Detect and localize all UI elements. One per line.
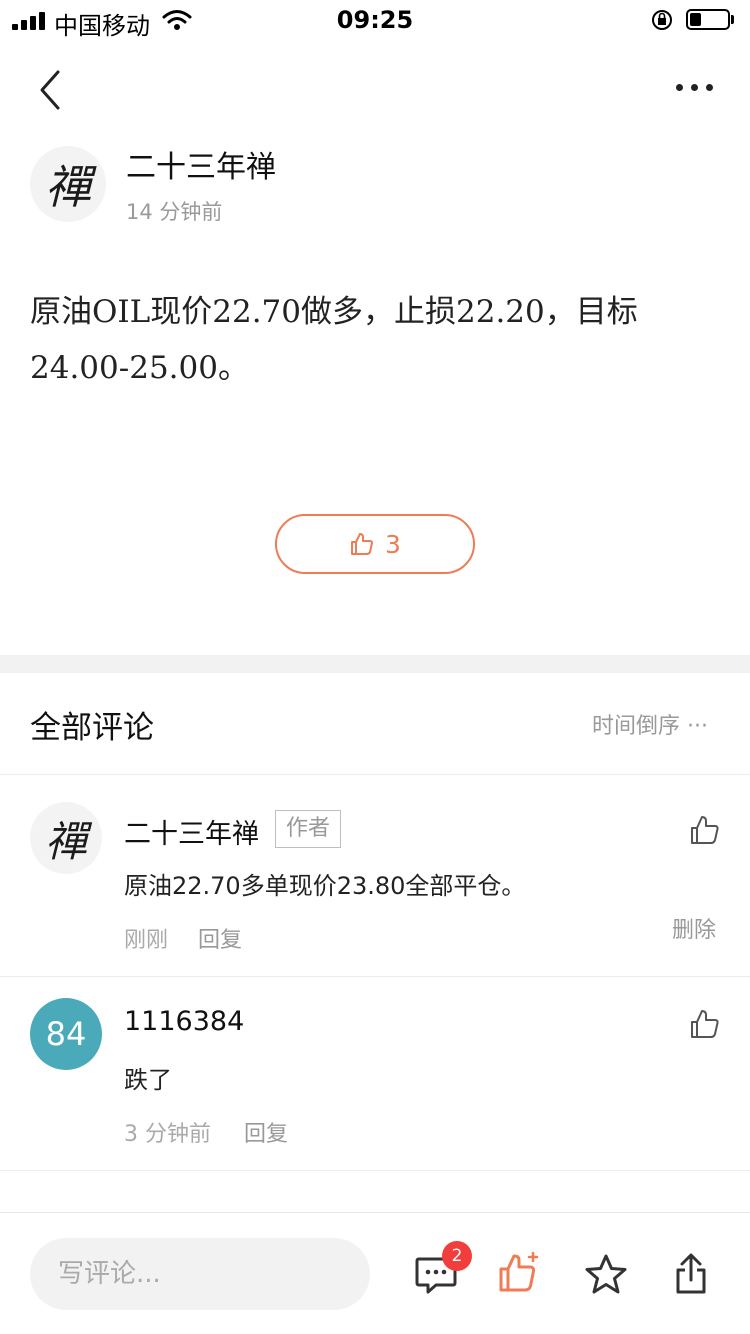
delete-button[interactable]: 删除	[672, 912, 716, 944]
comment-avatar[interactable]: 禪	[30, 802, 102, 874]
thumbs-up-icon	[351, 533, 374, 555]
rotation-lock-icon	[652, 10, 672, 30]
like-button[interactable]: 3	[275, 514, 475, 574]
bottom-bar-divider	[0, 1212, 750, 1213]
thumbs-up-icon[interactable]	[689, 1008, 721, 1040]
sort-toggle[interactable]: 时间倒序 ···	[592, 708, 708, 740]
comment-count-badge: 2	[442, 1241, 472, 1271]
clock: 09:25	[336, 6, 414, 34]
more-icon[interactable]	[676, 84, 713, 91]
status-bar: 中国移动 09:25	[0, 0, 750, 40]
thumbs-up-plus-icon[interactable]	[498, 1250, 542, 1294]
post-time: 14 分钟前	[126, 200, 223, 224]
comment-input[interactable]: 写评论...	[30, 1238, 370, 1310]
author-name[interactable]: 二十三年禅	[126, 142, 276, 186]
author-avatar[interactable]: 禪	[30, 146, 106, 222]
post-content: 原油OIL现价22.70做多，止损22.20，目标24.00-25.00。	[30, 294, 638, 386]
more-dots-icon: ···	[687, 714, 708, 739]
battery-icon	[686, 9, 730, 30]
thumbs-up-icon[interactable]	[689, 814, 721, 846]
avatar-glyph: 禪	[44, 816, 87, 866]
author-badge: 作者	[275, 810, 342, 848]
like-count: 3	[385, 529, 401, 559]
comment-author-name[interactable]: 二十三年禅	[124, 812, 259, 851]
avatar-glyph: 禪	[45, 160, 91, 214]
reply-button[interactable]: 回复	[198, 922, 242, 954]
comment-time: 3 分钟前	[124, 1122, 211, 1147]
comment-time: 刚刚	[124, 928, 169, 953]
back-icon[interactable]	[34, 66, 70, 114]
divider	[0, 1170, 750, 1171]
divider	[0, 976, 750, 977]
share-icon[interactable]	[669, 1252, 713, 1296]
star-icon[interactable]	[584, 1253, 628, 1297]
sort-label: 时间倒序	[592, 714, 681, 739]
divider	[0, 774, 750, 775]
reply-button[interactable]: 回复	[244, 1116, 288, 1148]
comment-text: 跌了	[124, 1066, 172, 1094]
section-divider	[0, 655, 750, 673]
comment-avatar[interactable]: 84	[30, 998, 102, 1070]
comment-author-name[interactable]: 1116384	[124, 1006, 244, 1037]
comment-text: 原油22.70多单现价23.80全部平仓。	[124, 872, 526, 900]
battery-tip	[731, 15, 734, 24]
avatar-text: 84	[45, 1015, 87, 1053]
comments-title: 全部评论	[30, 710, 154, 746]
